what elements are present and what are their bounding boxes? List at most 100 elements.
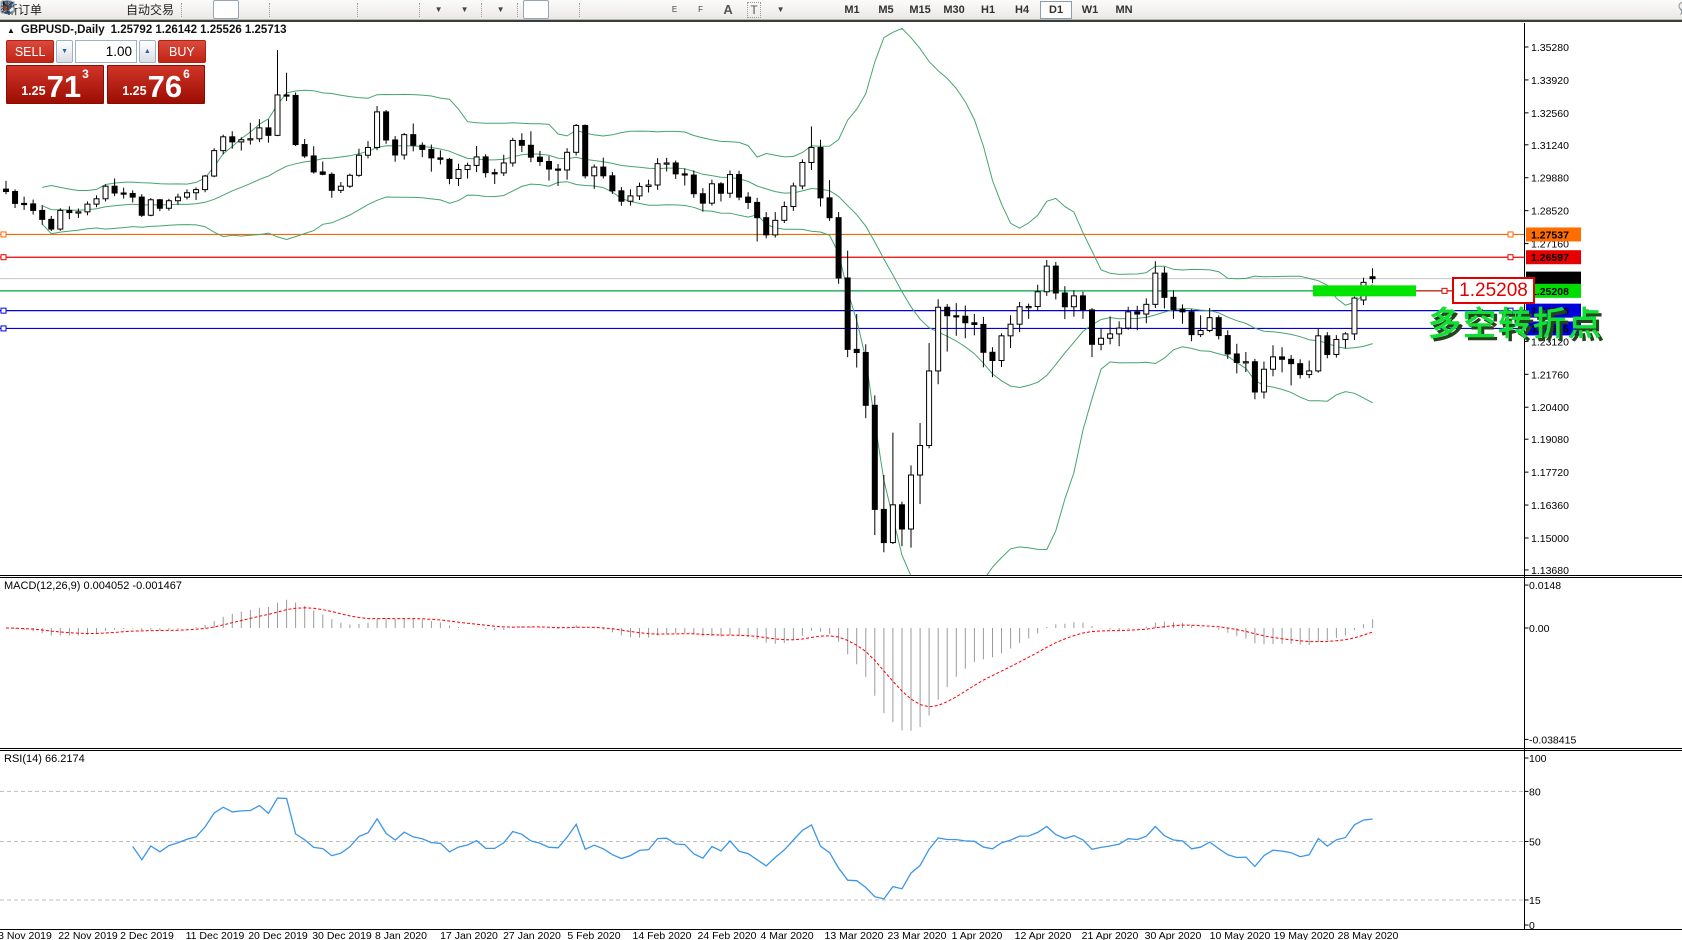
toolbar-separator [357, 3, 359, 17]
toolbar-separator [517, 3, 519, 17]
hline-tool-button[interactable] [611, 0, 637, 19]
chat-icon[interactable] [1678, 0, 1682, 15]
tab-timeframe-h1[interactable]: H1 [972, 1, 1004, 19]
indicators-caret-icon: ▼ [435, 5, 443, 14]
svg-text:12 Apr 2020: 12 Apr 2020 [1015, 930, 1072, 940]
zoom-in-button[interactable] [275, 0, 301, 19]
tab-timeframe-mn[interactable]: MN [1108, 1, 1140, 19]
svg-text:1.19080: 1.19080 [1531, 434, 1569, 446]
terminal-button[interactable] [71, 0, 97, 19]
svg-text:1.29880: 1.29880 [1531, 173, 1569, 185]
vline-tool-button[interactable] [585, 0, 611, 19]
svg-text:4 Mar 2020: 4 Mar 2020 [760, 930, 813, 940]
indicators-button[interactable]: ▼ [425, 0, 451, 19]
text-tool-button[interactable]: A [715, 0, 741, 19]
volume-decrease-button[interactable]: ▼ [56, 40, 73, 63]
zoom-out-button[interactable] [301, 0, 327, 19]
main-toolbar: 新订单 自动交易 [0, 0, 1682, 20]
sell-price-big: 71 [47, 73, 81, 101]
svg-text:1.25713: 1.25713 [1531, 274, 1569, 286]
gold-button[interactable] [45, 0, 71, 19]
svg-text:3 Nov 2019: 3 Nov 2019 [0, 930, 52, 940]
toolbar-separator [419, 3, 421, 17]
tab-timeframe-m5[interactable]: M5 [870, 1, 902, 19]
tile-windows-button[interactable] [327, 0, 353, 19]
svg-text:1.31240: 1.31240 [1531, 140, 1569, 152]
chart-shift-button[interactable] [389, 0, 415, 19]
svg-text:1.13680: 1.13680 [1531, 565, 1569, 577]
periods-caret-icon: ▼ [461, 5, 469, 14]
svg-text:24 Feb 2020: 24 Feb 2020 [698, 930, 757, 940]
line-chart-button[interactable] [239, 0, 265, 19]
svg-text:1.20400: 1.20400 [1531, 402, 1569, 414]
svg-text:-0.038415: -0.038415 [1529, 734, 1576, 746]
svg-text:10 May 2020: 10 May 2020 [1210, 930, 1271, 940]
signals-button[interactable] [97, 0, 123, 19]
collapse-arrow-icon[interactable]: ▲ [7, 26, 15, 35]
candlestick-chart-button[interactable] [213, 0, 239, 19]
toolbar-separator [579, 3, 581, 17]
channel-tool-button[interactable]: E [663, 0, 689, 19]
svg-text:27 Jan 2020: 27 Jan 2020 [503, 930, 561, 940]
auto-scroll-button[interactable] [363, 0, 389, 19]
svg-text:14 Feb 2020: 14 Feb 2020 [633, 930, 692, 940]
sell-price-box[interactable]: 1.25 71 3 [6, 65, 104, 104]
svg-text:22 Nov 2019: 22 Nov 2019 [58, 930, 118, 940]
svg-text:1.35280: 1.35280 [1531, 42, 1569, 54]
svg-text:15: 15 [1529, 895, 1541, 907]
highlight-zone [1313, 285, 1416, 296]
tab-timeframe-w1[interactable]: W1 [1074, 1, 1106, 19]
svg-text:100: 100 [1529, 753, 1547, 765]
sell-button[interactable]: SELL [6, 40, 54, 63]
svg-text:1.15000: 1.15000 [1531, 533, 1569, 545]
svg-text:30 Apr 2020: 30 Apr 2020 [1145, 930, 1202, 940]
toolbar-separator [481, 3, 483, 17]
svg-text:0: 0 [1529, 920, 1535, 932]
bar-chart-button[interactable] [187, 0, 213, 19]
svg-text:1.21760: 1.21760 [1531, 369, 1569, 381]
trendline-tool-button[interactable] [637, 0, 663, 19]
arrows-tool-button[interactable]: ▼ [767, 0, 793, 19]
text-label-tool-button[interactable]: T [741, 0, 767, 19]
chart-title: ▲ GBPUSD-,Daily 1.25792 1.26142 1.25526 … [7, 24, 287, 36]
sell-price-small: 1.25 [21, 84, 45, 98]
svg-text:17 Jan 2020: 17 Jan 2020 [440, 930, 498, 940]
auto-trading-button[interactable]: 自动交易 [123, 0, 177, 19]
macd-panel [6, 600, 1373, 731]
tab-timeframe-m30[interactable]: M30 [938, 1, 970, 19]
templates-button[interactable]: ▼ [487, 0, 513, 19]
chart-canvas[interactable]: 1.352801.339201.325601.312401.298801.285… [0, 0, 1682, 940]
toolbar-separator [181, 3, 183, 17]
svg-text:21 Apr 2020: 21 Apr 2020 [1082, 930, 1139, 940]
svg-text:1.27537: 1.27537 [1531, 229, 1569, 241]
rsi-indicator-label: RSI(14) 66.2174 [4, 753, 85, 765]
fibonacci-tool-button[interactable]: F [689, 0, 715, 19]
axis-labels: 1.352801.339201.325601.312401.298801.285… [1525, 42, 1582, 932]
tab-timeframe-d1[interactable]: D1 [1040, 1, 1072, 19]
periods-button[interactable]: ▼ [451, 0, 477, 19]
one-click-trading-panel: SELL ▼ ▲ BUY 1.25 71 3 1.25 76 6 [6, 40, 206, 104]
svg-text:80: 80 [1529, 786, 1541, 798]
buy-price-box[interactable]: 1.25 76 6 [107, 65, 205, 104]
toolbar-separator [269, 3, 271, 17]
svg-text:0.00: 0.00 [1529, 623, 1550, 635]
arrows-caret-icon: ▼ [777, 5, 785, 14]
text-tool-icon: A [723, 2, 732, 17]
tab-timeframe-h4[interactable]: H4 [1006, 1, 1038, 19]
cursor-tool-button[interactable] [523, 0, 549, 19]
svg-text:0.0148: 0.0148 [1529, 580, 1561, 592]
svg-text:30 Dec 2019: 30 Dec 2019 [312, 930, 372, 940]
svg-text:5 Feb 2020: 5 Feb 2020 [567, 930, 620, 940]
crosshair-tool-button[interactable] [549, 0, 575, 19]
tab-timeframe-m15[interactable]: M15 [904, 1, 936, 19]
symbol-period-label: GBPUSD-,Daily [21, 24, 105, 36]
volume-input[interactable] [75, 40, 137, 63]
turning-point-annotation[interactable]: 多空转折点 [1428, 297, 1603, 345]
tab-timeframe-m1[interactable]: M1 [836, 1, 868, 19]
buy-price-small: 1.25 [122, 84, 146, 98]
svg-text:1 Apr 2020: 1 Apr 2020 [952, 930, 1003, 940]
buy-button[interactable]: BUY [158, 40, 206, 63]
text-label-icon: T [747, 2, 760, 18]
rsi-panel [0, 791, 1525, 900]
volume-increase-button[interactable]: ▲ [139, 40, 156, 63]
